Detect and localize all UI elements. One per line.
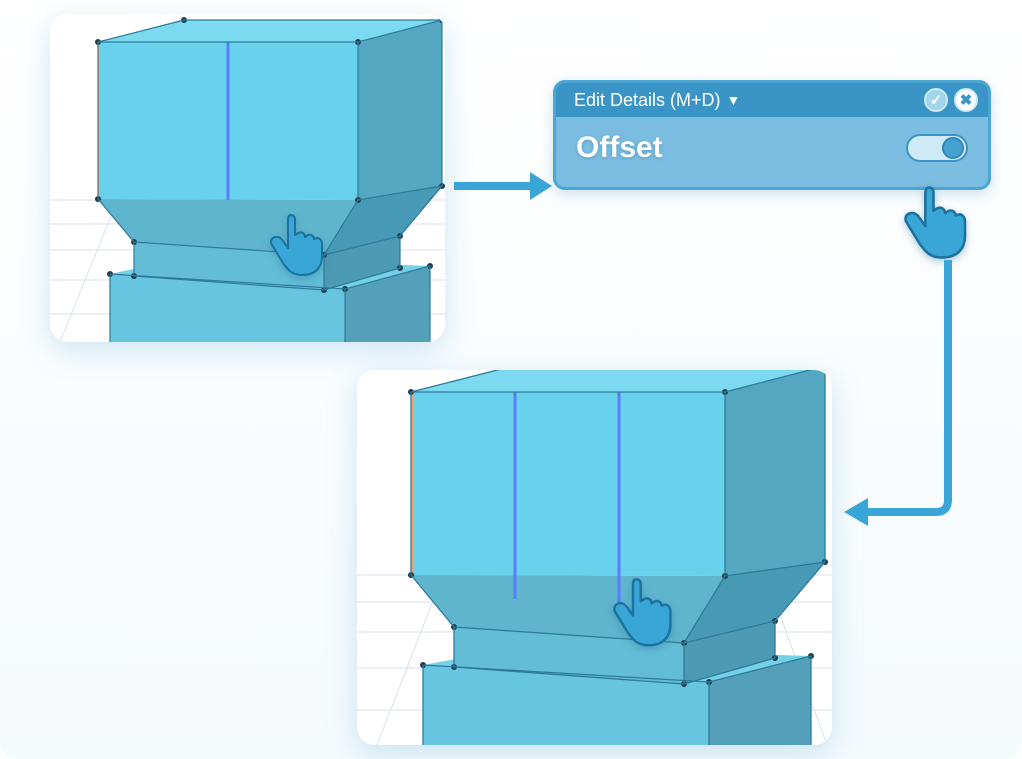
arrow-right-icon — [452, 168, 552, 204]
pointer-hand-icon — [902, 175, 972, 263]
pointer-hand-icon — [268, 207, 328, 277]
panel-header[interactable]: Edit Details (M+D) ▼ ✓ ✖ — [556, 83, 988, 117]
offset-toggle[interactable] — [906, 134, 968, 162]
confirm-button[interactable]: ✓ — [924, 88, 948, 112]
pointer-hand-icon — [611, 570, 677, 648]
arrow-elbow-icon — [840, 260, 980, 540]
viewport-before[interactable] — [50, 14, 445, 342]
panel-title: Edit Details (M+D) — [574, 90, 721, 111]
close-button[interactable]: ✖ — [954, 88, 978, 112]
viewport-after[interactable] — [357, 370, 832, 745]
tutorial-diagram: Edit Details (M+D) ▼ ✓ ✖ Offset — [0, 0, 1022, 759]
toggle-knob — [942, 137, 964, 159]
edit-details-panel: Edit Details (M+D) ▼ ✓ ✖ Offset — [553, 80, 991, 190]
offset-label: Offset — [576, 131, 906, 165]
chevron-down-icon: ▼ — [727, 92, 741, 108]
